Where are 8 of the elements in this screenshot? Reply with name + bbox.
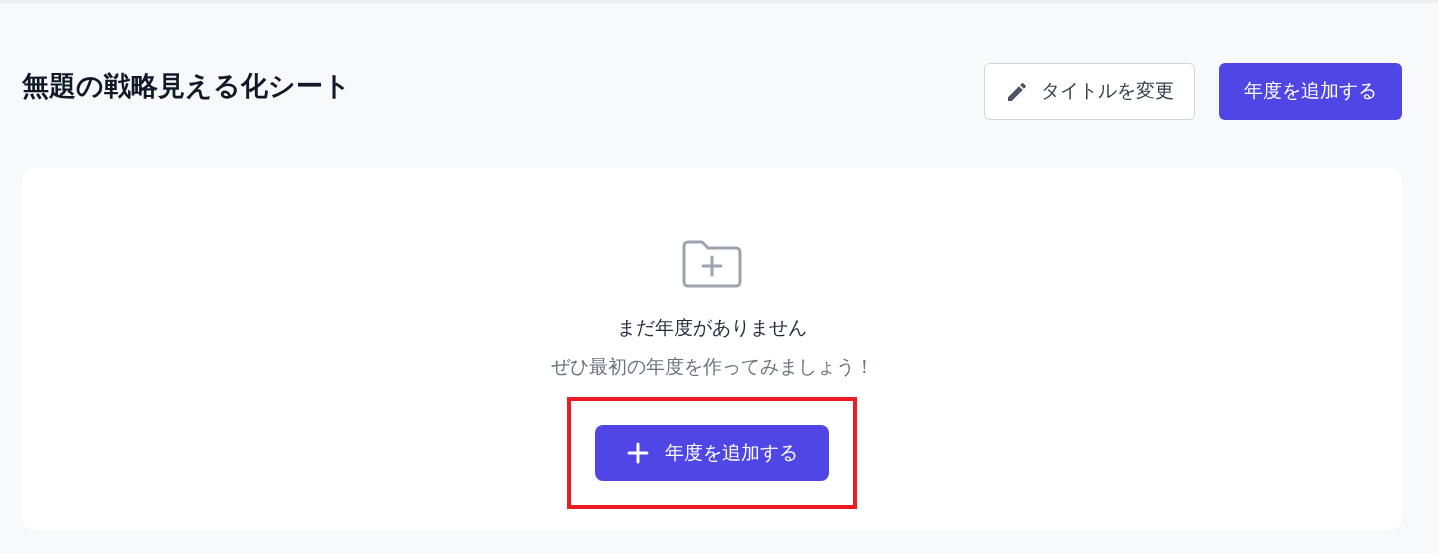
rename-button[interactable]: タイトルを変更 [984,63,1195,120]
empty-hint: ぜひ最初の年度を作ってみましょう！ [550,354,874,379]
plus-icon [626,442,649,464]
folder-plus-icon [682,240,742,288]
empty-message: まだ年度がありません [617,316,807,340]
add-year-button[interactable]: 年度を追加する [1219,63,1402,120]
page-title: 無題の戦略見える化シート [22,70,351,103]
add-year-button[interactable]: 年度を追加する [595,425,829,481]
